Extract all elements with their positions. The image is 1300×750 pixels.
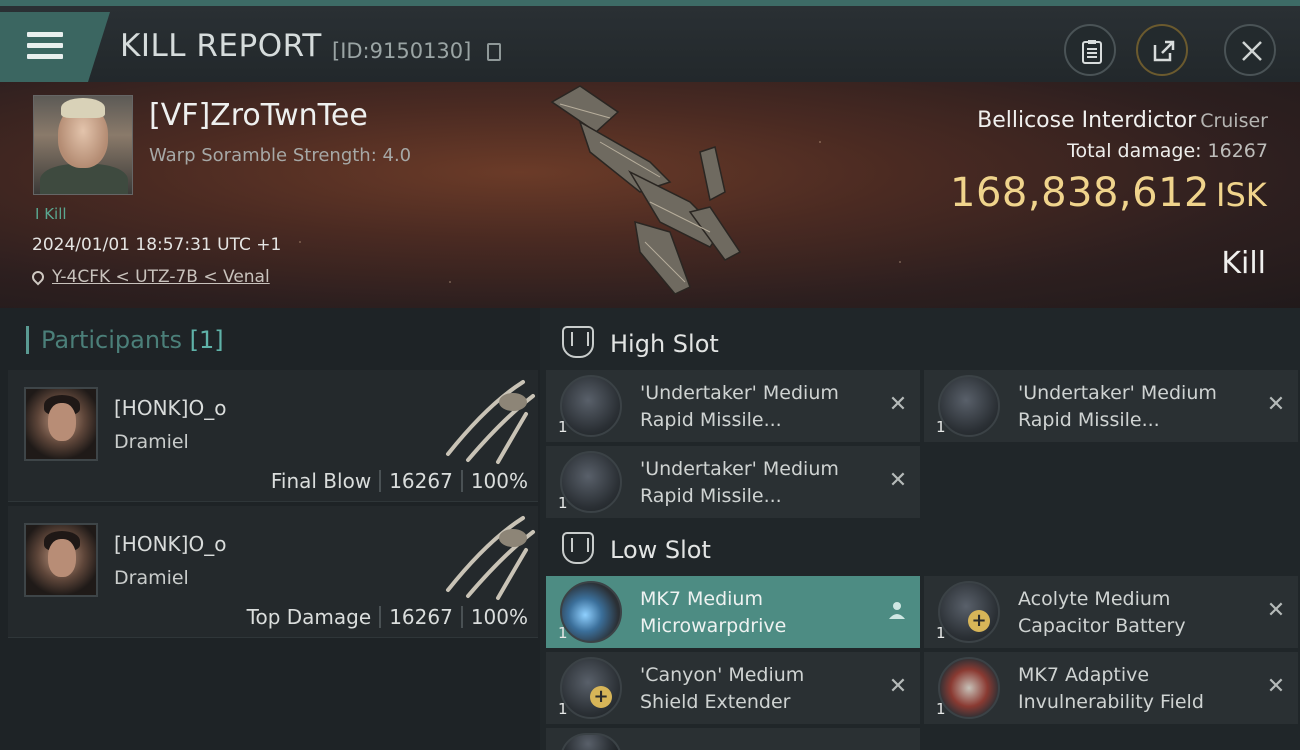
microwarpdrive-icon xyxy=(560,581,622,643)
module-item[interactable]: 1 'Undertaker' Medium Rapid Missile... ✕ xyxy=(546,370,920,442)
person-icon[interactable] xyxy=(888,600,906,620)
isk-unit: ISK xyxy=(1216,176,1267,214)
kill-location-link[interactable]: Y-4CFK < UTZ-7B < Venal xyxy=(29,267,270,287)
module-name: Acolyte Medium Capacitor Battery xyxy=(1018,588,1186,637)
invulnerability-field-icon xyxy=(938,657,1000,719)
clipboard-icon xyxy=(1082,40,1102,64)
participant-ship: Dramiel xyxy=(114,431,189,453)
participant-stats: Final Blow 16267 100% xyxy=(271,469,528,493)
participant-percent: 100% xyxy=(470,605,528,629)
fitting-panel: High Slot 1 'Undertaker' Medium Rapid Mis… xyxy=(540,308,1300,750)
module-name: 'Undertaker' Medium Rapid Missile... xyxy=(640,382,839,431)
module-item[interactable]: 1 MK7 Medium Microwarpdrive xyxy=(546,576,920,648)
location-text: Y-4CFK < UTZ-7B < Venal xyxy=(52,267,270,287)
module-qty: 1 xyxy=(558,624,568,642)
victim-ship-type: Bellicose Interdictor Cruiser xyxy=(977,108,1268,133)
module-qty: 1 xyxy=(558,494,568,512)
module-qty: 1 xyxy=(936,624,946,642)
remove-module-icon[interactable]: ✕ xyxy=(888,470,908,492)
ship-class: Cruiser xyxy=(1200,110,1268,132)
remove-module-icon[interactable]: ✕ xyxy=(1266,676,1286,698)
module-item[interactable]: 1 'Undertaker' Medium Rapid Missile... ✕ xyxy=(924,370,1298,442)
high-slot-label: High Slot xyxy=(610,330,719,358)
participant-role: Top Damage xyxy=(246,605,372,629)
total-damage-value: 16267 xyxy=(1207,140,1268,162)
participant-name: [HONK]O_o xyxy=(114,532,227,556)
participant-name: [HONK]O_o xyxy=(114,396,227,420)
kill-datetime: 2024/01/01 18:57:31 UTC +1 xyxy=(32,235,282,255)
victim-portrait[interactable] xyxy=(33,95,133,195)
victim-banner: [VF]ZroTwnTee Warp Soramble Strength: 4.… xyxy=(0,82,1300,308)
isk-value: 168,838,612 xyxy=(950,170,1210,216)
victim-ship-image[interactable] xyxy=(540,82,770,302)
participant-ship-icon[interactable] xyxy=(428,510,538,602)
close-button[interactable] xyxy=(1224,24,1276,76)
participant-card[interactable]: [HONK]O_o Dramiel Top Damage 16267 100% xyxy=(8,506,538,638)
kill-count-tag: I Kill xyxy=(35,205,67,223)
remove-module-icon[interactable]: ✕ xyxy=(1266,600,1286,622)
report-id: [ID:9150130] xyxy=(332,39,472,63)
participant-ship: Dramiel xyxy=(114,567,189,589)
module-item[interactable]: 1 'Undertaker' Medium Rapid Missile... ✕ xyxy=(546,446,920,518)
module-qty: 1 xyxy=(558,700,568,718)
low-slot-header: Low Slot xyxy=(562,532,711,564)
high-slot-header: High Slot xyxy=(562,326,719,358)
total-damage-label: Total damage: xyxy=(1067,140,1202,162)
remove-module-icon[interactable]: ✕ xyxy=(1266,394,1286,416)
participants-count: [1] xyxy=(189,326,224,354)
menu-button[interactable] xyxy=(0,12,110,82)
participant-avatar[interactable] xyxy=(24,387,98,461)
missile-launcher-icon xyxy=(938,375,1000,437)
participant-damage: 16267 xyxy=(389,605,453,629)
remove-module-icon[interactable]: ✕ xyxy=(888,394,908,416)
participant-avatar[interactable] xyxy=(24,523,98,597)
missile-launcher-icon xyxy=(560,375,622,437)
plus-icon: + xyxy=(590,686,612,708)
remove-module-icon[interactable]: ✕ xyxy=(888,676,908,698)
location-pin-icon xyxy=(29,268,47,286)
share-icon xyxy=(1153,40,1175,62)
module-item-partial[interactable] xyxy=(546,728,920,750)
shield-extender-icon xyxy=(560,657,622,719)
clipboard-button[interactable] xyxy=(1064,24,1116,76)
share-button[interactable] xyxy=(1136,24,1188,76)
low-slot-icon xyxy=(562,532,594,564)
capacitor-battery-icon xyxy=(938,581,1000,643)
module-name: 'Undertaker' Medium Rapid Missile... xyxy=(640,458,839,507)
high-slot-icon xyxy=(562,326,594,358)
close-icon xyxy=(1242,41,1262,61)
participant-damage: 16267 xyxy=(389,469,453,493)
low-slot-label: Low Slot xyxy=(610,536,711,564)
module-qty: 1 xyxy=(936,700,946,718)
top-bar: KILL REPORT [ID:9150130] xyxy=(0,0,1300,82)
participant-card[interactable]: [HONK]O_o Dramiel Final Blow 16267 100% xyxy=(8,370,538,502)
participants-label: Participants xyxy=(41,326,182,354)
kill-result: Kill xyxy=(1221,246,1266,281)
participant-percent: 100% xyxy=(470,469,528,493)
total-damage: Total damage: 16267 xyxy=(1067,140,1268,162)
missile-launcher-icon xyxy=(560,451,622,513)
module-item[interactable]: + 1 'Canyon' Medium Shield Extender ✕ xyxy=(546,652,920,724)
module-qty: 1 xyxy=(936,418,946,436)
copy-icon[interactable] xyxy=(487,43,501,61)
participants-panel: Participants [1] [HONK]O_o Dramiel Final… xyxy=(0,308,540,750)
module-name: 'Canyon' Medium Shield Extender xyxy=(640,664,805,713)
plus-icon: + xyxy=(968,610,990,632)
participants-header: Participants [1] xyxy=(26,326,224,354)
participant-stats: Top Damage 16267 100% xyxy=(247,605,528,629)
participant-role: Final Blow xyxy=(270,469,372,493)
participant-ship-icon[interactable] xyxy=(428,374,538,466)
page-title: KILL REPORT xyxy=(120,28,322,64)
module-item[interactable]: 1 MK7 Adaptive Invulnerability Field ✕ xyxy=(924,652,1298,724)
victim-name[interactable]: [VF]ZroTwnTee xyxy=(149,98,368,133)
module-name: MK7 Medium Microwarpdrive xyxy=(640,588,787,637)
ship-name: Bellicose Interdictor xyxy=(977,108,1197,133)
module-name: 'Undertaker' Medium Rapid Missile... xyxy=(1018,382,1217,431)
victim-subtitle: Warp Soramble Strength: 4.0 xyxy=(149,145,412,166)
module-item[interactable]: + 1 Acolyte Medium Capacitor Battery ✕ xyxy=(924,576,1298,648)
module-name: MK7 Adaptive Invulnerability Field xyxy=(1018,664,1204,713)
hamburger-icon xyxy=(27,32,63,60)
module-icon xyxy=(560,733,622,750)
module-qty: 1 xyxy=(558,418,568,436)
